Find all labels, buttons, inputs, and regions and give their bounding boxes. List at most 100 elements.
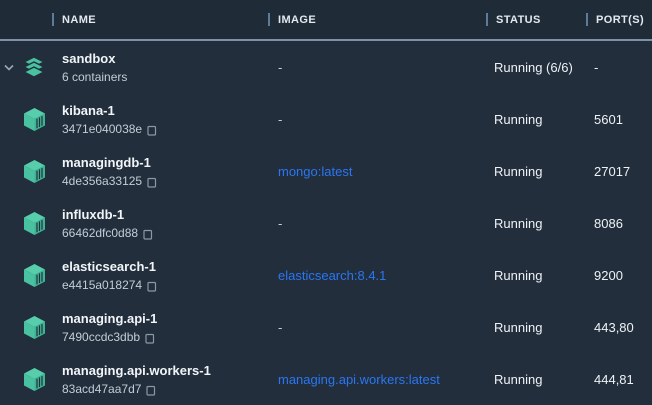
copy-icon[interactable] — [145, 331, 157, 344]
image-link[interactable]: managing.api.workers:latest — [268, 372, 486, 387]
container-icon — [24, 264, 45, 287]
column-header-label: STATUS — [496, 14, 541, 26]
name-cell: kibana-1 3471e040038e — [62, 102, 268, 137]
column-header-label: NAME — [62, 14, 96, 26]
copy-icon[interactable] — [146, 383, 158, 396]
status-cell: Running — [486, 372, 586, 387]
row-gutter — [0, 353, 62, 405]
copy-icon[interactable] — [147, 279, 159, 292]
row-gutter — [0, 93, 62, 145]
stack-icon — [23, 56, 45, 78]
container-name[interactable]: influxdb-1 — [62, 206, 268, 223]
container-name[interactable]: sandbox — [62, 50, 268, 67]
container-id: 83acd47aa7d7 — [62, 381, 141, 397]
row-gutter — [0, 145, 62, 197]
container-id: 66462dfc0d88 — [62, 225, 138, 241]
row-icon — [23, 315, 45, 339]
table-row[interactable]: influxdb-1 66462dfc0d88 - Running 8086 — [0, 197, 652, 249]
status-cell: Running — [486, 320, 586, 335]
container-id: e4415a018274 — [62, 277, 142, 293]
container-name[interactable]: kibana-1 — [62, 102, 268, 119]
row-icon — [23, 263, 45, 287]
status-cell: Running — [486, 164, 586, 179]
container-icon — [24, 160, 45, 183]
name-cell: managing.api-1 7490ccdc3dbb — [62, 310, 268, 345]
chevron-down-icon[interactable] — [3, 61, 15, 73]
name-cell: sandbox 6 containers — [62, 50, 268, 85]
container-subline: 6 containers — [62, 69, 268, 85]
container-icon — [24, 316, 45, 339]
table-row[interactable]: kibana-1 3471e040038e - Running 5601 — [0, 93, 652, 145]
container-icon — [24, 368, 45, 391]
container-id: 3471e040038e — [62, 121, 142, 137]
row-gutter — [0, 249, 62, 301]
image-cell: - — [268, 216, 486, 231]
status-cell: Running (6/6) — [486, 60, 586, 75]
container-subline: 3471e040038e — [62, 121, 268, 137]
column-divider — [52, 13, 54, 26]
image-cell: - — [268, 112, 486, 127]
container-name[interactable]: elasticsearch-1 — [62, 258, 268, 275]
column-divider — [586, 13, 588, 26]
ports-cell: 9200 — [586, 268, 652, 283]
copy-icon[interactable] — [147, 175, 159, 188]
container-id: 7490ccdc3dbb — [62, 329, 140, 345]
row-gutter — [0, 197, 62, 249]
table-row[interactable]: managing.api-1 7490ccdc3dbb - Running 44… — [0, 301, 652, 353]
container-name[interactable]: managingdb-1 — [62, 154, 268, 171]
container-subline: 7490ccdc3dbb — [62, 329, 268, 345]
row-icon — [23, 107, 45, 131]
row-icon — [23, 159, 45, 183]
table-row[interactable]: sandbox 6 containers - Running (6/6) - — [0, 41, 652, 93]
ports-cell: 443,80 — [586, 320, 652, 335]
container-id: 6 containers — [62, 69, 127, 85]
row-icon — [23, 55, 45, 79]
table-row[interactable]: elasticsearch-1 e4415a018274 elasticsear… — [0, 249, 652, 301]
column-header-image: IMAGE — [268, 0, 486, 39]
container-subline: 4de356a33125 — [62, 173, 268, 189]
row-gutter — [0, 301, 62, 353]
status-cell: Running — [486, 216, 586, 231]
container-name[interactable]: managing.api-1 — [62, 310, 268, 327]
row-gutter — [0, 41, 62, 93]
column-header-label: IMAGE — [278, 14, 316, 26]
column-divider — [268, 13, 270, 26]
column-header-name: NAME — [52, 0, 268, 39]
column-header-ports: PORT(S) — [586, 0, 652, 39]
ports-cell: 444,81 — [586, 372, 652, 387]
table-row[interactable]: managing.api.workers-1 83acd47aa7d7 mana… — [0, 353, 652, 405]
image-link[interactable]: elasticsearch:8.4.1 — [268, 268, 486, 283]
container-subline: 83acd47aa7d7 — [62, 381, 268, 397]
container-icon — [24, 108, 45, 131]
table-row[interactable]: managingdb-1 4de356a33125 mongo:latest R… — [0, 145, 652, 197]
ports-cell: 5601 — [586, 112, 652, 127]
status-cell: Running — [486, 112, 586, 127]
copy-icon[interactable] — [143, 227, 155, 240]
name-cell: managingdb-1 4de356a33125 — [62, 154, 268, 189]
table-header: NAME IMAGE STATUS PORT(S) — [0, 0, 652, 41]
container-subline: 66462dfc0d88 — [62, 225, 268, 241]
container-id: 4de356a33125 — [62, 173, 142, 189]
ports-cell: 8086 — [586, 216, 652, 231]
column-header-label: PORT(S) — [596, 14, 644, 26]
image-link[interactable]: mongo:latest — [268, 164, 486, 179]
copy-icon[interactable] — [147, 123, 159, 136]
name-cell: managing.api.workers-1 83acd47aa7d7 — [62, 362, 268, 397]
containers-table: NAME IMAGE STATUS PORT(S) — [0, 0, 652, 405]
header-spacer — [0, 0, 52, 39]
row-icon — [23, 211, 45, 235]
row-icon — [23, 367, 45, 391]
ports-cell: 27017 — [586, 164, 652, 179]
column-divider — [486, 13, 488, 26]
container-subline: e4415a018274 — [62, 277, 268, 293]
container-icon — [24, 212, 45, 235]
image-cell: - — [268, 320, 486, 335]
name-cell: influxdb-1 66462dfc0d88 — [62, 206, 268, 241]
ports-cell: - — [586, 60, 652, 75]
table-body: sandbox 6 containers - Running (6/6) - — [0, 41, 652, 405]
name-cell: elasticsearch-1 e4415a018274 — [62, 258, 268, 293]
image-cell: - — [268, 60, 486, 75]
container-name[interactable]: managing.api.workers-1 — [62, 362, 268, 379]
column-header-status: STATUS — [486, 0, 586, 39]
status-cell: Running — [486, 268, 586, 283]
